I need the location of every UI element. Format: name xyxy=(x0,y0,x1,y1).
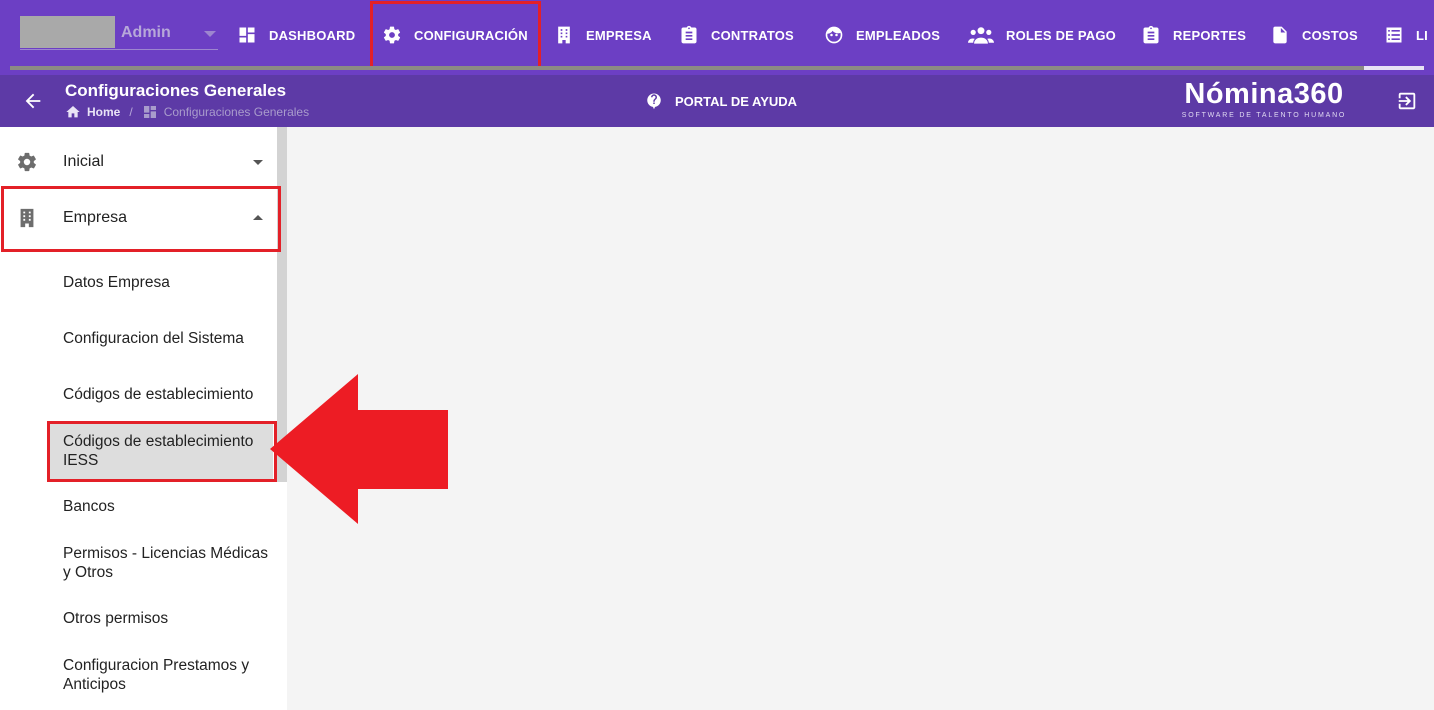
arrow-left-icon xyxy=(25,93,41,109)
logo-main-text: Nómina360 xyxy=(1184,78,1344,110)
help-portal-label: PORTAL DE AYUDA xyxy=(675,93,798,109)
invoice-icon xyxy=(1273,26,1287,44)
nav-empleados-label: EMPLEADOS xyxy=(856,27,941,43)
help-portal-link[interactable]: PORTAL DE AYUDA xyxy=(645,92,797,110)
logo-tagline: SOFTWARE DE TALENTO HUMANO xyxy=(1181,112,1347,119)
nav-dashboard[interactable]: DASHBOARD xyxy=(237,0,355,70)
iess-highlight-box xyxy=(47,421,277,482)
breadcrumb-home[interactable]: Home xyxy=(87,105,120,119)
nav-li[interactable]: LI xyxy=(1384,0,1428,70)
people-icon xyxy=(968,27,994,44)
breadcrumb-current: Configuraciones Generales xyxy=(163,105,310,119)
sub-item-bancos[interactable]: Bancos xyxy=(63,497,273,516)
nomina360-logo: Nómina360 SOFTWARE DE TALENTO HUMANO xyxy=(1174,77,1354,120)
user-name[interactable]: Admin xyxy=(121,24,171,42)
dashboard-icon xyxy=(143,106,156,118)
nav-contratos[interactable]: CONTRATOS xyxy=(679,0,794,70)
nav-scroll-track[interactable] xyxy=(10,66,1424,70)
building-icon xyxy=(558,26,570,44)
sidebar-item-inicial-label: Inicial xyxy=(63,153,104,170)
sub-item-configuracion-sistema[interactable]: Configuracion del Sistema xyxy=(63,329,273,348)
nav-dashboard-label: DASHBOARD xyxy=(269,27,356,43)
sidebar-item-inicial[interactable]: Inicial xyxy=(0,138,277,186)
nav-roles-de-pago[interactable]: ROLES DE PAGO xyxy=(968,0,1116,70)
help-icon xyxy=(647,93,661,110)
clipboard-icon xyxy=(1143,25,1159,44)
page-header: Configuraciones Generales Home / Configu… xyxy=(0,75,1434,127)
nav-roles-de-pago-label: ROLES DE PAGO xyxy=(1006,27,1116,43)
nav-scroll-thumb[interactable] xyxy=(1364,66,1424,70)
sub-item-permisos-licencias[interactable]: Permisos - Licencias Médicas y Otros xyxy=(63,544,273,582)
nav-reportes-label: REPORTES xyxy=(1173,27,1247,43)
nav-reportes[interactable]: REPORTES xyxy=(1141,0,1246,70)
face-icon xyxy=(825,26,843,44)
nav-contratos-label: CONTRATOS xyxy=(711,27,794,43)
user-dropdown-caret-icon[interactable] xyxy=(204,31,216,37)
sub-item-prestamos-anticipos[interactable]: Configuracion Prestamos y Anticipos xyxy=(63,656,273,694)
dashboard-icon xyxy=(239,27,255,43)
nav-costos[interactable]: COSTOS xyxy=(1270,0,1358,70)
user-select-underline xyxy=(20,49,218,50)
logout-button[interactable] xyxy=(1396,90,1418,112)
nav-empresa-label: EMPRESA xyxy=(586,27,652,43)
empresa-highlight-box xyxy=(1,186,281,252)
page-title: Configuraciones Generales xyxy=(65,81,287,100)
nav-empleados[interactable]: EMPLEADOS xyxy=(824,0,940,70)
clipboard-icon xyxy=(681,25,697,44)
nav-li-label: LI xyxy=(1416,27,1428,43)
sub-item-otros-permisos[interactable]: Otros permisos xyxy=(63,609,273,628)
nav-costos-label: COSTOS xyxy=(1302,27,1358,43)
chevron-down-icon xyxy=(253,160,263,165)
sub-item-datos-empresa[interactable]: Datos Empresa xyxy=(63,273,273,292)
breadcrumb-separator: / xyxy=(129,105,133,119)
breadcrumb: Home / Configuraciones Generales xyxy=(65,104,309,120)
gear-icon xyxy=(16,151,38,173)
back-button[interactable] xyxy=(22,90,44,112)
red-pointer-arrow xyxy=(270,374,448,524)
logout-icon xyxy=(1398,92,1416,110)
sub-item-codigos-establecimiento[interactable]: Códigos de establecimiento xyxy=(63,385,273,404)
nav-empresa[interactable]: EMPRESA xyxy=(554,0,652,70)
top-navbar: Admin DASHBOARD CONFIGURACIÓN EMPRESA CO… xyxy=(0,0,1434,75)
home-icon xyxy=(66,106,80,118)
user-avatar-placeholder xyxy=(20,16,115,48)
list-icon xyxy=(1386,27,1402,43)
configuracion-highlight-box xyxy=(370,1,541,70)
